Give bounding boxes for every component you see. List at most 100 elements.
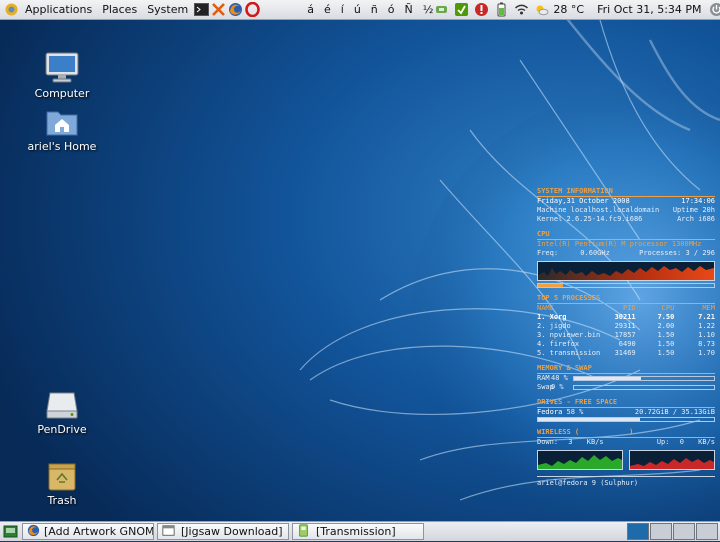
process-pid: 30211 [614,313,636,321]
desktop-icon-home[interactable]: ariel's Home [22,108,102,153]
top-processes-header: NAME PID CPU MEM [537,304,715,313]
menu-system[interactable]: System [142,0,193,19]
cpu-model: Intel(R) Pentium(R) M processor 1300MHz [537,240,702,248]
drive-percent: 58 % [566,408,584,416]
workspace-4[interactable] [696,523,718,540]
desktop-icon-pendrive[interactable]: PenDrive [22,389,102,436]
ram-row: RAM 48 % [537,374,715,383]
swap-bar [573,385,715,390]
tools-icon[interactable] [211,2,226,17]
fedora-menu-icon[interactable] [4,2,19,17]
process-cpu: 1.50 [657,349,675,357]
clock[interactable]: Fri Oct 31, 5:34 PM [597,3,701,16]
col-name: NAME [537,304,554,312]
drives-heading: DRIVES - FREE SPACE [537,398,715,408]
swap-row: Swap 0 % [537,383,715,392]
sysinfo-date: Friday,31 October 2008 [537,197,630,205]
process-row: 3. npviewer.bin 17857 1.50 1.10 [537,331,715,340]
up-value: 0 [679,438,684,446]
conky-monitor: SYSTEM INFORMATION Friday,31 October 200… [537,187,715,488]
home-folder-icon [46,111,78,136]
col-pid: PID [623,304,636,312]
wireless-rates-row: Down: 3 KB/s Up: 0 KB/s [537,438,715,447]
char-u-acute[interactable]: ú [354,3,361,16]
up-label: Up: [656,438,670,446]
terminal-window-icon [162,524,177,539]
machine-value: localhost.localdomain [570,206,660,214]
sysinfo-machine-row: Machine localhost.localdomain Uptime 20h [537,206,715,215]
special-chars-applet: á é í ú ñ ó Ñ ½ [307,3,433,16]
menu-applications[interactable]: Applications [20,0,97,19]
processes-value: 3 / 296 [685,249,715,257]
char-e-acute[interactable]: é [324,3,331,16]
wireless-title: WIRELESS ( [537,428,580,436]
network-manager-icon[interactable] [434,2,449,17]
drive-usage-bar-fill [538,418,641,421]
cpu-usage-bar-fill [538,284,563,287]
temperature-label[interactable]: 28 °C [553,3,584,16]
menu-places[interactable]: Places [97,0,142,19]
taskbar-item-transmission[interactable]: [Transmission] [292,523,424,540]
desktop-icon-computer[interactable]: Computer [22,51,102,100]
desktop-icon-label: Computer [34,87,90,100]
battery-icon[interactable] [494,2,509,17]
ram-label: RAM [537,374,550,382]
workspace-3[interactable] [673,523,695,540]
char-a-acute[interactable]: á [307,3,314,16]
freq-value: 0.60GHz [580,249,610,257]
down-label: Down: [537,438,559,446]
taskbar-item-label: [Transmission] [316,525,396,538]
sysinfo-kernel-row: Kernel 2.6.25-14.fc9.i686 Arch i686 [537,215,715,224]
update-notifier-icon[interactable] [454,2,469,17]
processes-label: Processes: [639,249,682,257]
process-cpu: 1.50 [657,331,675,339]
taskbar-item-label: [Jigsaw Download] [181,525,283,538]
drive-usage-bar [537,417,715,422]
char-n-tilde-upper[interactable]: Ñ [405,3,413,16]
security-alert-icon[interactable] [474,2,489,17]
computer-icon [45,52,79,83]
char-one-half[interactable]: ½ [423,3,434,16]
firefox-icon [27,524,40,539]
up-unit: KB/s [698,438,715,446]
process-mem: 1.70 [698,349,715,357]
process-row: 5. transmission 31469 1.50 1.70 [537,349,715,358]
download-graph [537,450,623,470]
terminal-icon[interactable] [194,2,210,17]
arch-value: i686 [698,215,715,223]
taskbar-item-jigsaw-download[interactable]: [Jigsaw Download] [157,523,289,540]
char-n-tilde[interactable]: ñ [371,3,378,16]
char-o-acute[interactable]: ó [388,3,395,16]
desktop-icon-label: PenDrive [37,423,87,436]
desktop-icon-trash[interactable]: Trash [22,460,102,507]
drive-usage: 20.72GiB / 35.13GiB [634,408,715,416]
process-name: 2. jigdo [537,322,571,330]
taskbar-item-add-artwork[interactable]: [Add Artwork GNOM... [22,523,154,540]
transmission-icon [297,524,312,539]
ram-bar [573,376,715,381]
show-desktop-icon[interactable] [3,524,18,539]
shutdown-icon[interactable] [709,2,720,17]
col-cpu: CPU [661,304,675,312]
process-pid: 17857 [614,331,636,339]
drive-name: Fedora [537,408,563,416]
workspace-1[interactable] [627,523,649,540]
firefox-icon[interactable] [228,2,243,17]
upload-graph [629,450,715,470]
top-processes-list: 1. Xorg 30211 7.50 7.21 2. jigdo 29311 2.00 1.2… [537,313,715,358]
conky-footer: ariel@fedora 9 (Sulphur) [537,476,715,488]
process-row: 1. Xorg 30211 7.50 7.21 [537,313,715,322]
drive-row: Fedora 58 % 20.72GiB / 35.13GiB [537,408,715,417]
char-i-acute[interactable]: í [341,3,344,16]
sysinfo-date-row: Friday,31 October 2008 17:34:06 [537,197,715,206]
weather-sun-icon[interactable] [534,2,549,17]
workspace-2[interactable] [650,523,672,540]
kernel-label: Kernel [537,215,563,223]
process-name: 3. npviewer.bin [537,331,601,339]
process-name: 5. transmission [537,349,601,357]
down-unit: KB/s [586,438,604,446]
opera-icon[interactable] [245,1,260,18]
wifi-signal-icon[interactable] [514,2,529,17]
process-mem: 1.22 [698,322,715,330]
freq-label: Freq: [537,249,559,257]
